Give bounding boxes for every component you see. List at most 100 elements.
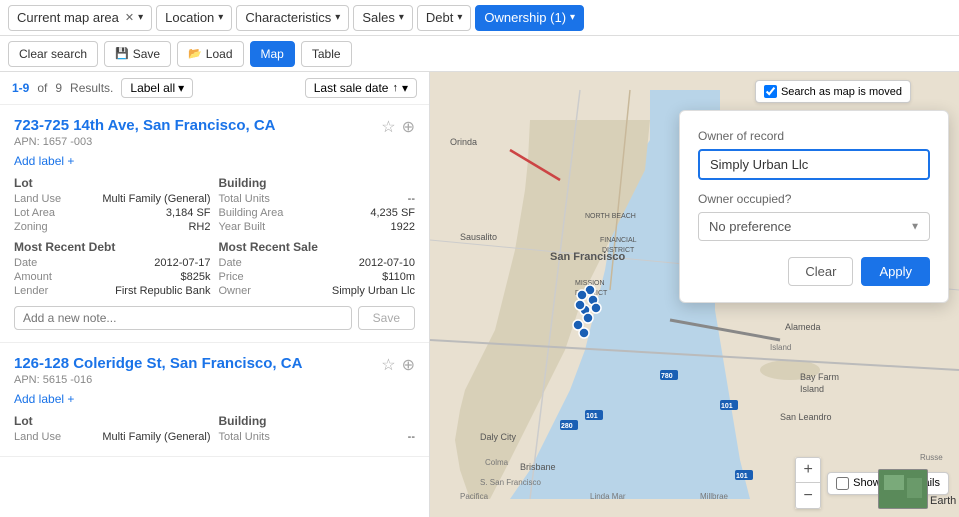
- share-icon[interactable]: ⊕: [402, 117, 415, 137]
- svg-text:280: 280: [561, 423, 573, 430]
- clear-search-button[interactable]: Clear search: [8, 41, 98, 67]
- search-as-moved-checkbox[interactable]: [764, 85, 777, 98]
- search-as-moved-label: Search as map is moved: [781, 86, 902, 98]
- svg-text:Island: Island: [800, 384, 824, 394]
- svg-text:Colma: Colma: [485, 458, 509, 467]
- filter-label: Ownership (1): [484, 10, 566, 25]
- lot-area-value: 3,184 SF: [166, 207, 211, 219]
- results-bar: 1-9 of 9 Results. Label all ▾ Last sale …: [0, 72, 429, 105]
- property-apn: APN: 1657 -003: [14, 136, 276, 148]
- sale-title: Most Recent Sale: [219, 240, 416, 254]
- star-icon[interactable]: ☆: [381, 355, 395, 375]
- share-icon[interactable]: ⊕: [402, 355, 415, 375]
- lot-section: Lot Land Use Multi Family (General): [14, 414, 211, 444]
- add-label-button[interactable]: Add label +: [14, 154, 415, 168]
- filter-label: Debt: [426, 10, 453, 25]
- property-address[interactable]: 723-725 14th Ave, San Francisco, CA: [14, 117, 276, 134]
- debt-lender-value: First Republic Bank: [115, 285, 210, 297]
- debt-date-value: 2012-07-17: [154, 257, 210, 269]
- results-label: Results.: [70, 81, 113, 95]
- chevron-down-icon: ▾: [399, 12, 404, 23]
- table-label: Table: [312, 47, 341, 61]
- sale-section: Most Recent Sale Date 2012-07-10 Price $…: [219, 240, 416, 298]
- prop-row: Year Built 1922: [219, 220, 416, 234]
- earth-thumbnail[interactable]: [878, 469, 928, 509]
- sale-price-label: Price: [219, 271, 244, 283]
- save-label: Save: [133, 47, 160, 61]
- building-units-label: Total Units: [219, 193, 270, 205]
- note-save-button[interactable]: Save: [358, 306, 415, 330]
- owner-occupied-select[interactable]: No preference Yes No: [698, 212, 930, 241]
- building-units-value: --: [408, 431, 415, 443]
- owner-of-record-input[interactable]: [698, 149, 930, 180]
- zoom-controls: + −: [795, 457, 821, 509]
- prop-row: Owner Simply Urban Llc: [219, 284, 416, 298]
- filter-sales[interactable]: Sales ▾: [353, 5, 413, 31]
- property-details-grid: Lot Land Use Multi Family (General) Buil…: [14, 414, 415, 444]
- svg-text:Orinda: Orinda: [450, 137, 477, 147]
- search-as-moved-toggle[interactable]: Search as map is moved: [755, 80, 911, 103]
- popup-clear-button[interactable]: Clear: [788, 257, 853, 286]
- filter-debt[interactable]: Debt ▾: [417, 5, 472, 31]
- map-button[interactable]: Map: [250, 41, 295, 67]
- filter-ownership[interactable]: Ownership (1) ▾: [475, 5, 584, 31]
- sale-date-value: 2012-07-10: [359, 257, 415, 269]
- map-top-bar: Search as map is moved: [755, 80, 911, 103]
- chevron-down-icon: ▾: [178, 81, 184, 95]
- table-button[interactable]: Table: [301, 41, 352, 67]
- lot-landuse-value: Multi Family (General): [102, 431, 210, 443]
- debt-amount-value: $825k: [181, 271, 211, 283]
- load-button[interactable]: 📂 Load: [177, 41, 243, 67]
- lot-zoning-label: Zoning: [14, 221, 48, 233]
- debt-date-label: Date: [14, 257, 37, 269]
- lot-zoning-value: RH2: [188, 221, 210, 233]
- map-area[interactable]: San Francisco Oakland Berkeley Albany Al…: [430, 72, 959, 517]
- svg-text:101: 101: [586, 413, 598, 420]
- filter-label: Sales: [362, 10, 395, 25]
- close-icon[interactable]: ✕: [125, 11, 134, 24]
- prop-row: Total Units --: [219, 192, 416, 206]
- clear-search-label: Clear search: [19, 47, 87, 61]
- sort-icon: ↑: [392, 82, 398, 94]
- property-address[interactable]: 126-128 Coleridge St, San Francisco, CA: [14, 355, 302, 372]
- svg-text:Sausalito: Sausalito: [460, 232, 497, 242]
- building-title: Building: [219, 414, 416, 428]
- sale-owner-label: Owner: [219, 285, 251, 297]
- results-range: 1-9: [12, 81, 29, 95]
- add-label-button[interactable]: Add label +: [14, 392, 415, 406]
- filter-label: Location: [165, 10, 214, 25]
- owner-of-record-label: Owner of record: [698, 129, 930, 143]
- save-button[interactable]: 💾 Save: [104, 41, 171, 67]
- svg-text:San Leandro: San Leandro: [780, 412, 832, 422]
- show-map-details-checkbox[interactable]: [836, 477, 849, 490]
- zoom-in-button[interactable]: +: [795, 457, 821, 483]
- prop-row: Price $110m: [219, 270, 416, 284]
- chevron-down-icon: ▾: [138, 12, 143, 23]
- star-icon[interactable]: ☆: [381, 117, 395, 137]
- popup-apply-button[interactable]: Apply: [861, 257, 930, 286]
- prop-row: Land Use Multi Family (General): [14, 192, 211, 206]
- sort-button[interactable]: Last sale date ↑ ▾: [305, 78, 417, 98]
- building-title: Building: [219, 176, 416, 190]
- svg-text:Daly City: Daly City: [480, 432, 517, 442]
- building-year-label: Year Built: [219, 221, 266, 233]
- filter-location[interactable]: Location ▾: [156, 5, 232, 31]
- svg-text:NORTH BEACH: NORTH BEACH: [585, 213, 636, 220]
- building-area-value: 4,235 SF: [370, 207, 415, 219]
- sale-owner-value: Simply Urban Llc: [332, 285, 415, 297]
- filter-characteristics[interactable]: Characteristics ▾: [236, 5, 349, 31]
- prop-row: Land Use Multi Family (General): [14, 430, 211, 444]
- popup-actions: Clear Apply: [698, 257, 930, 286]
- prop-row: Zoning RH2: [14, 220, 211, 234]
- label-all-button[interactable]: Label all ▾: [121, 78, 193, 98]
- building-section: Building Total Units --: [219, 414, 416, 444]
- debt-section: Most Recent Debt Date 2012-07-17 Amount …: [14, 240, 211, 298]
- chevron-down-icon: ▾: [570, 12, 575, 23]
- zoom-out-button[interactable]: −: [795, 483, 821, 509]
- note-row: Save: [14, 306, 415, 330]
- filter-current-map-area[interactable]: Current map area ✕ ▾: [8, 5, 152, 31]
- load-icon: 📂: [188, 47, 202, 60]
- note-input[interactable]: [14, 306, 352, 330]
- property-apn: APN: 5615 -016: [14, 374, 302, 386]
- results-total: 9: [55, 81, 62, 95]
